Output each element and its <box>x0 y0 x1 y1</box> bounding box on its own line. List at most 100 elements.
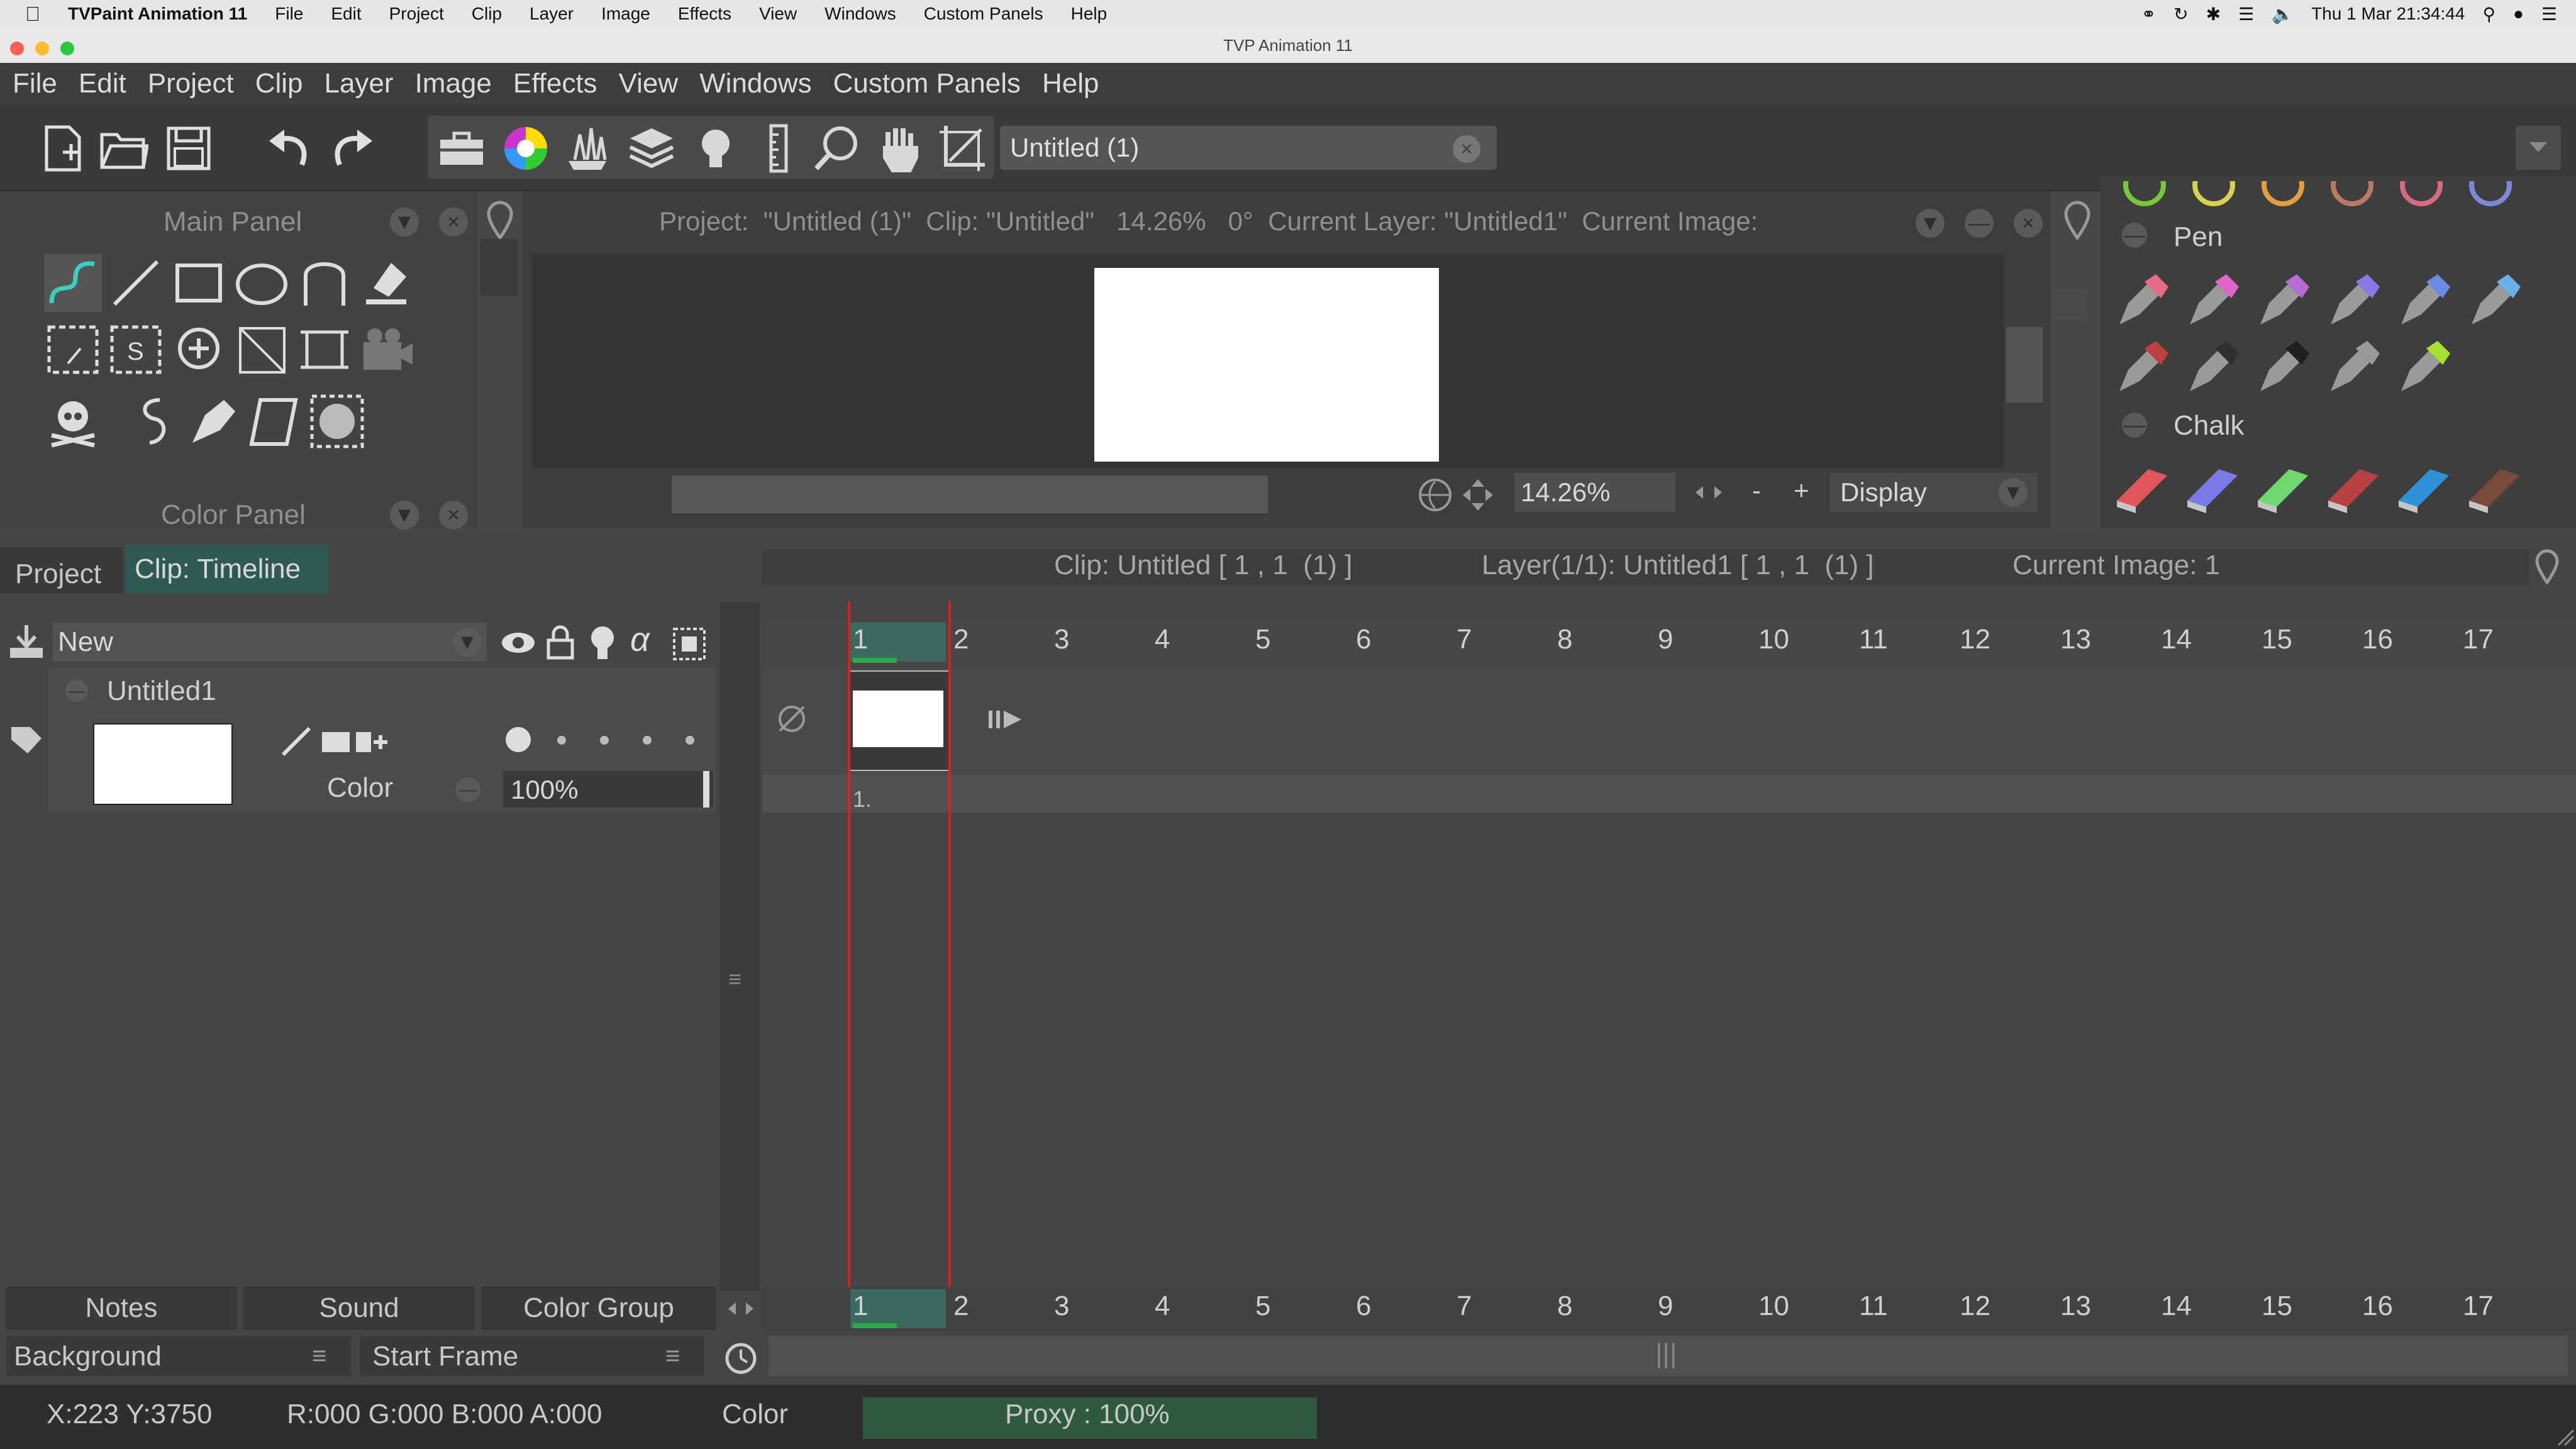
creative-cloud-icon[interactable]: ⚭ <box>2141 4 2156 25</box>
chalk-brush-preset[interactable] <box>2392 457 2455 519</box>
ruler-icon[interactable] <box>753 123 804 174</box>
top-frame-number[interactable]: 16 <box>2362 624 2393 655</box>
viewer-horizontal-scroll[interactable] <box>672 475 1268 513</box>
spline-tool-icon[interactable] <box>294 253 355 313</box>
viewer-menu-button[interactable]: ▼ <box>1916 209 1945 238</box>
onion-skin-dot[interactable] <box>686 736 694 745</box>
redo-icon[interactable] <box>327 123 377 174</box>
layer-tag-icon[interactable] <box>6 721 47 761</box>
crop-icon[interactable] <box>937 123 987 174</box>
chalk-brush-preset[interactable] <box>2322 457 2385 519</box>
top-frame-number[interactable]: 2 <box>953 624 969 655</box>
pin-icon[interactable] <box>484 200 516 240</box>
layer-opacity-field[interactable]: 100% <box>503 771 713 808</box>
bottom-frame-number[interactable]: 5 <box>1255 1291 1270 1322</box>
top-frame-number[interactable]: 10 <box>1758 624 1789 655</box>
top-frame-number[interactable]: 9 <box>1658 624 1673 655</box>
magnifier-icon[interactable] <box>811 123 862 174</box>
canvas-image[interactable] <box>1094 268 1439 462</box>
warp-tool-icon[interactable] <box>294 319 355 380</box>
background-dropdown[interactable]: Background ≡ <box>6 1336 351 1376</box>
chalk-brush-preset[interactable] <box>2251 457 2314 519</box>
bluetooth-icon[interactable]: ✱ <box>2206 4 2221 25</box>
start-frame-dropdown[interactable]: Start Frame ≡ <box>360 1336 704 1376</box>
tab-clip-timeline[interactable]: Clip: Timeline <box>126 545 328 594</box>
bottom-frame-number[interactable]: 7 <box>1457 1291 1472 1322</box>
pen-brush-preset[interactable] <box>2463 270 2526 333</box>
pen-brush-preset[interactable] <box>2251 270 2314 333</box>
pin-icon[interactable] <box>2062 200 2093 240</box>
pen-nib-tool-icon[interactable] <box>184 391 244 452</box>
color-wheel-icon[interactable] <box>501 123 551 174</box>
bottom-frame-number[interactable]: 1 <box>853 1291 868 1322</box>
layer-color-toggle-icon[interactable]: — <box>455 777 480 802</box>
proxy-status[interactable]: Proxy : 100% <box>1005 1399 1170 1430</box>
play-forward-icon[interactable] <box>987 707 1025 732</box>
menu-help[interactable]: Help <box>1042 68 1099 99</box>
menu-view[interactable]: View <box>619 68 679 99</box>
pen-brush-preset[interactable] <box>2322 337 2385 400</box>
sys-menu-clip[interactable]: Clip <box>472 4 502 24</box>
top-frame-number[interactable]: 14 <box>2161 624 2192 655</box>
sys-menu-edit[interactable]: Edit <box>331 4 361 24</box>
pen-brush-preset[interactable] <box>2322 270 2385 333</box>
curly-brush-tool-icon[interactable] <box>122 391 182 452</box>
layer-name[interactable]: Untitled1 <box>107 675 216 707</box>
sys-menu-view[interactable]: View <box>759 4 797 24</box>
top-frame-number[interactable]: 4 <box>1155 624 1170 655</box>
zoom-out-button[interactable]: - <box>1752 475 1761 506</box>
chalk-brush-preset[interactable] <box>2463 457 2526 519</box>
fill-tool-icon[interactable] <box>357 253 418 313</box>
window-close-button[interactable] <box>10 42 24 55</box>
notes-tab[interactable]: Notes <box>6 1287 236 1330</box>
sys-menu-windows[interactable]: Windows <box>824 4 896 24</box>
resize-grip-icon[interactable] <box>2556 1428 2575 1446</box>
app-name[interactable]: TVPaint Animation 11 <box>68 4 247 24</box>
open-folder-icon[interactable] <box>98 123 148 174</box>
bottom-frame-number[interactable]: 16 <box>2362 1291 2393 1322</box>
bottom-frame-number[interactable]: 2 <box>953 1291 969 1322</box>
window-zoom-button[interactable] <box>60 42 74 55</box>
notification-center-icon[interactable]: ☰ <box>2541 4 2557 25</box>
hand-icon[interactable] <box>875 123 926 174</box>
chalk-brush-preset[interactable] <box>2111 457 2174 519</box>
empty-frame-icon[interactable] <box>776 703 808 735</box>
sys-menu-effects[interactable]: Effects <box>678 4 731 24</box>
transform-tool-icon[interactable] <box>231 319 292 380</box>
main-panel-menu-button[interactable]: ▼ <box>390 208 419 236</box>
top-frame-number[interactable]: 12 <box>1960 624 1990 655</box>
checker-tool-icon[interactable] <box>307 391 367 452</box>
pen-brush-preset[interactable] <box>2392 270 2455 333</box>
pen-brush-preset[interactable] <box>2181 270 2244 333</box>
pin-icon[interactable] <box>2533 548 2561 586</box>
pan-icon[interactable] <box>1460 477 1496 513</box>
timeline-horizontal-scroll[interactable]: ||| <box>769 1336 2568 1376</box>
bottom-frame-number[interactable]: 9 <box>1658 1291 1673 1322</box>
paper-tool-icon[interactable] <box>245 391 306 452</box>
splitter-grip-icon[interactable]: ≡ <box>728 966 741 992</box>
toolbox-icon[interactable] <box>436 123 487 174</box>
sys-menu-image[interactable]: Image <box>601 4 650 24</box>
sound-tab[interactable]: Sound <box>244 1287 474 1330</box>
sys-menu-custom-panels[interactable]: Custom Panels <box>924 4 1043 24</box>
bottom-frame-number[interactable]: 4 <box>1155 1291 1170 1322</box>
skull-tool-icon[interactable] <box>43 391 103 452</box>
layers-icon[interactable] <box>626 123 677 174</box>
menu-image[interactable]: Image <box>415 68 492 99</box>
chalk-collapse-icon[interactable]: — <box>2122 413 2147 438</box>
bottom-frame-number[interactable]: 13 <box>2060 1291 2091 1322</box>
line-tool-icon[interactable] <box>106 253 166 313</box>
collapse-arrows-icon[interactable] <box>727 1299 755 1318</box>
tab-project[interactable]: Project <box>0 547 123 594</box>
menu-windows[interactable]: Windows <box>699 68 812 99</box>
rect-selection-tool-icon[interactable] <box>43 319 103 380</box>
close-document-icon[interactable]: × <box>1453 135 1480 163</box>
window-minimize-button[interactable] <box>35 42 49 55</box>
bottom-frame-number[interactable]: 6 <box>1356 1291 1371 1322</box>
frame-cell-thumbnail[interactable] <box>853 691 943 747</box>
color-panel-close-button[interactable]: × <box>439 501 468 530</box>
document-selector[interactable]: Untitled (1) <box>1000 126 1497 170</box>
undo-icon[interactable] <box>264 123 314 174</box>
main-panel-close-button[interactable]: × <box>439 208 468 236</box>
top-frame-number[interactable]: 8 <box>1557 624 1572 655</box>
